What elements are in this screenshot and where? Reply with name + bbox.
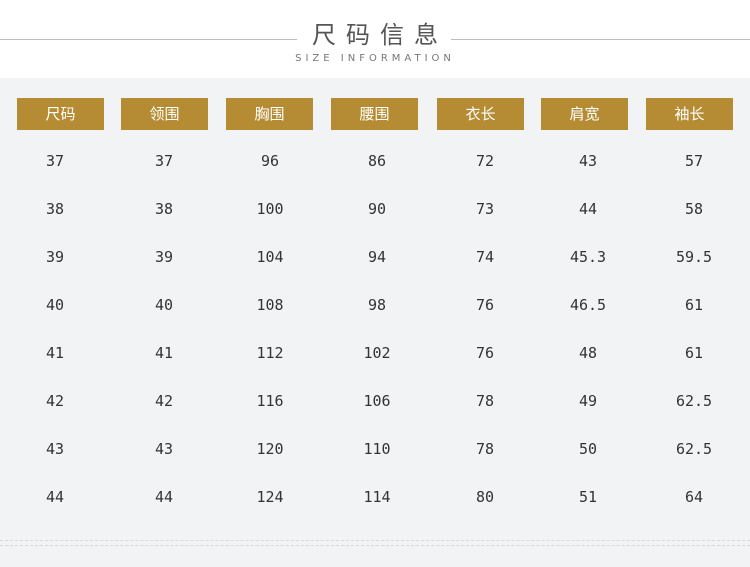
table-cell: 98 — [367, 296, 387, 314]
table-cell: 48 — [578, 344, 598, 362]
table-cell: 100 — [256, 200, 284, 218]
column-header: 衣长 — [437, 98, 524, 130]
table-cell: 72 — [475, 152, 495, 170]
column-header: 肩宽 — [541, 98, 628, 130]
column-header: 腰围 — [331, 98, 418, 130]
table-cell: 59.5 — [675, 248, 713, 266]
table-cell: 64 — [684, 488, 704, 506]
table-cell: 44 — [154, 488, 174, 506]
column-header: 领围 — [121, 98, 208, 130]
table-cell: 43 — [45, 440, 65, 458]
table-cell: 41 — [45, 344, 65, 362]
table-cell: 78 — [475, 440, 495, 458]
table-cell: 38 — [154, 200, 174, 218]
table-cell: 57 — [684, 152, 704, 170]
table-cell: 61 — [684, 296, 704, 314]
table-cell: 76 — [475, 296, 495, 314]
table-cell: 62.5 — [675, 392, 713, 410]
table-cell: 43 — [578, 152, 598, 170]
table-cell: 124 — [256, 488, 284, 506]
bottom-dashed-divider — [0, 540, 750, 541]
table-cell: 38 — [45, 200, 65, 218]
table-cell: 112 — [256, 344, 284, 362]
table-cell: 62.5 — [675, 440, 713, 458]
table-cell: 50 — [578, 440, 598, 458]
table-cell: 58 — [684, 200, 704, 218]
table-cell: 61 — [684, 344, 704, 362]
bottom-dashed-divider-2 — [0, 545, 750, 546]
table-cell: 46.5 — [569, 296, 607, 314]
table-cell: 104 — [256, 248, 284, 266]
table-cell: 39 — [154, 248, 174, 266]
table-cell: 76 — [475, 344, 495, 362]
table-cell: 80 — [475, 488, 495, 506]
page-title: 尺码信息 — [312, 21, 448, 49]
table-cell: 40 — [45, 296, 65, 314]
table-cell: 41 — [154, 344, 174, 362]
table-cell: 110 — [363, 440, 391, 458]
table-cell: 102 — [363, 344, 391, 362]
column-header: 胸围 — [226, 98, 313, 130]
table-cell: 49 — [578, 392, 598, 410]
table-cell: 40 — [154, 296, 174, 314]
table-cell: 86 — [367, 152, 387, 170]
size-info-header: 尺码信息 SIZE INFORMATION — [0, 0, 750, 78]
table-cell: 37 — [45, 152, 65, 170]
table-cell: 78 — [475, 392, 495, 410]
table-cell: 94 — [367, 248, 387, 266]
table-cell: 51 — [578, 488, 598, 506]
table-cell: 44 — [578, 200, 598, 218]
table-cell: 42 — [154, 392, 174, 410]
table-cell: 37 — [154, 152, 174, 170]
size-table: 尺码 领围 胸围 腰围 衣长 肩宽 袖长 37 37 96 86 72 43 57 38 38 100 90 73 4… — [0, 78, 750, 567]
table-cell: 45.3 — [569, 248, 607, 266]
table-cell: 90 — [367, 200, 387, 218]
table-cell: 43 — [154, 440, 174, 458]
page-subtitle: SIZE INFORMATION — [295, 53, 455, 64]
table-cell: 73 — [475, 200, 495, 218]
table-cell: 116 — [256, 392, 284, 410]
table-cell: 44 — [45, 488, 65, 506]
column-header: 袖长 — [646, 98, 733, 130]
table-cell: 106 — [363, 392, 391, 410]
table-cell: 39 — [45, 248, 65, 266]
table-cell: 96 — [260, 152, 280, 170]
column-header: 尺码 — [17, 98, 104, 130]
table-cell: 120 — [256, 440, 284, 458]
table-cell: 108 — [256, 296, 284, 314]
table-cell: 74 — [475, 248, 495, 266]
table-cell: 42 — [45, 392, 65, 410]
table-cell: 114 — [363, 488, 391, 506]
